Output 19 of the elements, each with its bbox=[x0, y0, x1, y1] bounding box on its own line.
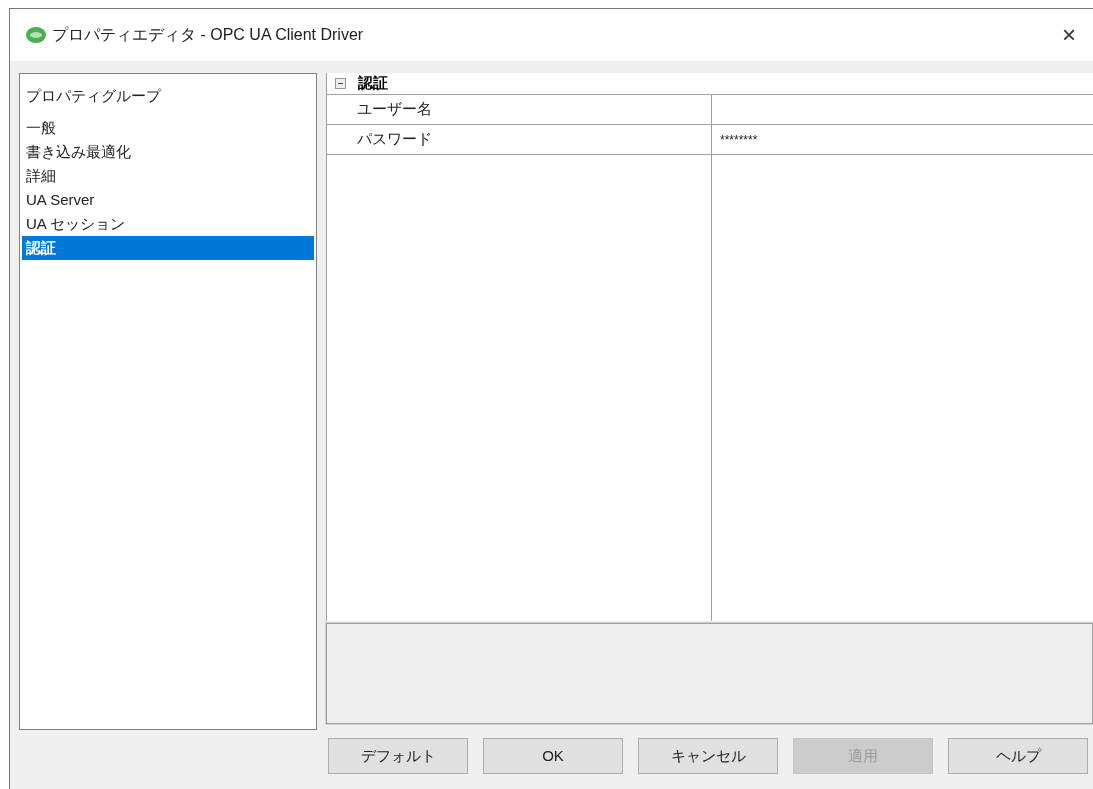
list-item[interactable]: 詳細 bbox=[22, 164, 314, 188]
category-label: 認証 bbox=[358, 73, 388, 94]
property-value[interactable]: ******** bbox=[720, 130, 758, 149]
dialog-button[interactable]: ヘルプ bbox=[948, 738, 1088, 774]
dialog-button[interactable]: キャンセル bbox=[638, 738, 778, 774]
list-header: プロパティグループ bbox=[25, 86, 163, 106]
close-button[interactable]: × bbox=[1049, 17, 1089, 53]
dialog-button[interactable]: デフォルト bbox=[328, 738, 468, 774]
property-name: ユーザー名 bbox=[357, 99, 432, 120]
property-name: パスワード bbox=[357, 129, 432, 150]
list-item[interactable]: 書き込み最適化 bbox=[22, 140, 314, 164]
dialog-button[interactable]: OK bbox=[483, 738, 623, 774]
collapse-icon[interactable] bbox=[335, 78, 346, 89]
app-logo-icon bbox=[26, 27, 46, 43]
window-title: プロパティエディタ - OPC UA Client Driver bbox=[52, 25, 364, 45]
list-item[interactable]: UA セッション bbox=[22, 212, 314, 236]
list-item[interactable]: UA Server bbox=[22, 188, 314, 212]
list-item[interactable]: 認証 bbox=[22, 236, 314, 260]
list-item[interactable]: 一般 bbox=[22, 116, 314, 140]
